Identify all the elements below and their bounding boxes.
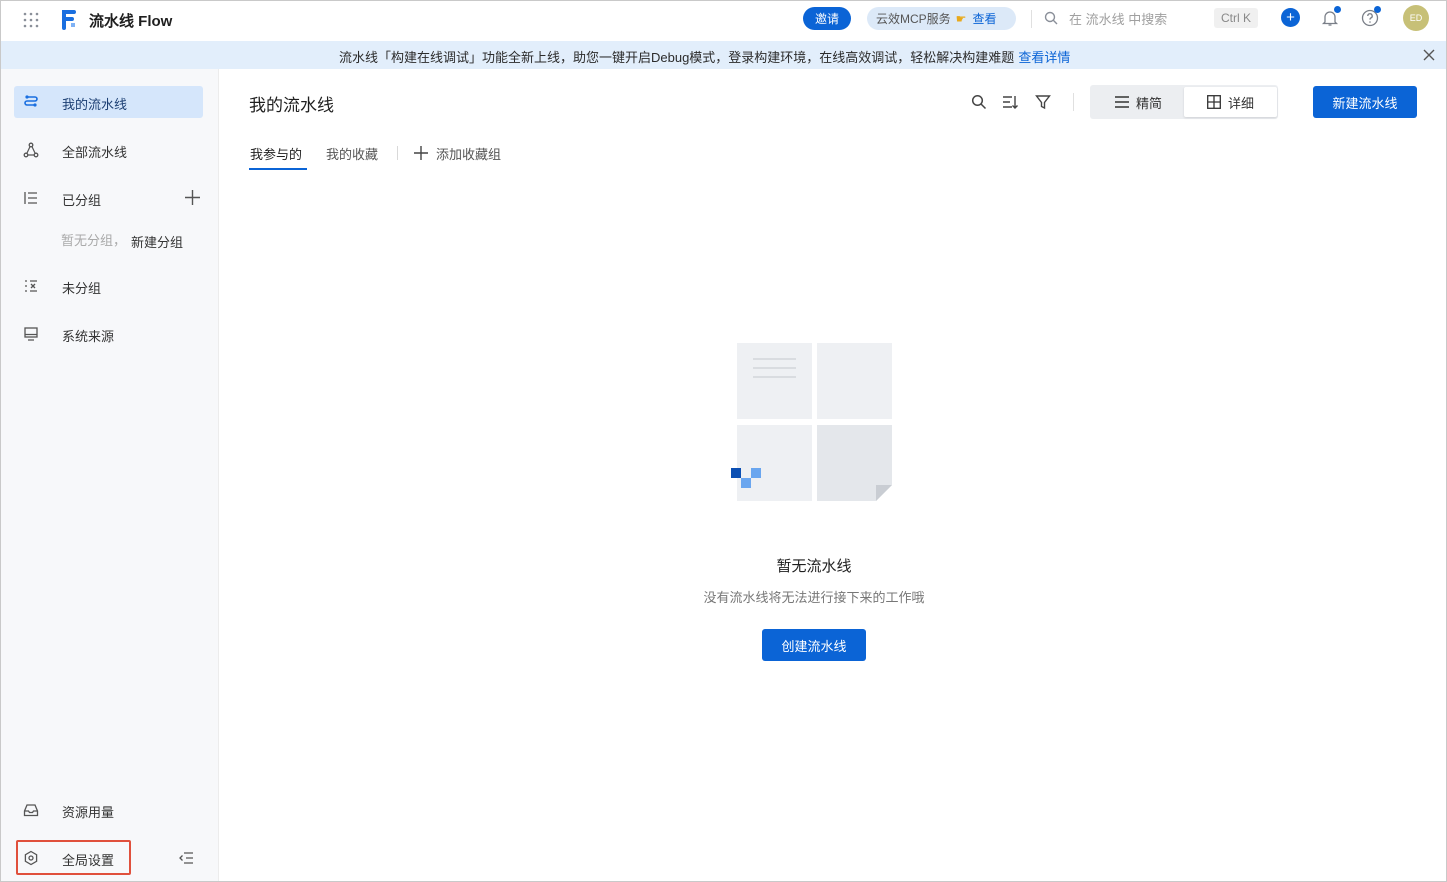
sidebar-item-all-pipelines[interactable]: 全部流水线 (14, 134, 203, 166)
announcement-bar: 流水线「构建在线调试」功能全新上线，助您一键开启Debug模式，登录构建环境，在… (1, 41, 1446, 69)
avatar[interactable]: ED (1403, 5, 1429, 31)
announcement-link[interactable]: 查看详情 (1018, 50, 1070, 65)
mcp-service-banner[interactable]: 云效MCP服务 ☛ 查看 (867, 7, 1016, 30)
highlight-annotation (16, 840, 131, 875)
empty-state-title: 暂无流水线 (776, 558, 852, 575)
new-pipeline-button[interactable]: 新建流水线 (1313, 86, 1417, 118)
view-mode-toggle: 精简 详细 (1090, 85, 1278, 119)
mcp-view-link[interactable]: 查看 (972, 10, 996, 27)
filter-icon[interactable] (1035, 94, 1051, 110)
pipeline-icon (24, 95, 38, 107)
announcement-text-wrap: 流水线「构建在线调试」功能全新上线，助您一键开启Debug模式，登录构建环境，在… (339, 47, 1070, 66)
add-favorite-group-button[interactable]: 添加收藏组 (436, 144, 501, 163)
close-icon[interactable] (1421, 47, 1437, 63)
list-x-icon (25, 280, 37, 292)
sidebar-item-my-pipelines[interactable]: 我的流水线 (14, 86, 203, 118)
sidebar-item-label: 全部流水线 (62, 145, 128, 160)
tab-favorites[interactable]: 我的收藏 (326, 144, 378, 163)
active-tab-indicator (249, 168, 307, 170)
view-compact-option[interactable]: 精简 (1092, 87, 1185, 117)
sidebar-item-label: 已分组 (62, 193, 102, 208)
collapse-sidebar-icon[interactable] (178, 850, 194, 866)
divider (397, 146, 398, 160)
menu-lines-icon (1114, 96, 1129, 108)
inbox-icon (23, 804, 39, 817)
monitor-icon (24, 327, 38, 341)
sidebar-item-resource-usage[interactable]: 资源用量 (14, 794, 203, 826)
divider (1031, 10, 1032, 28)
search-icon (1044, 11, 1058, 25)
new-group-link[interactable]: 新建分组 (131, 232, 183, 251)
sort-icon[interactable] (1002, 94, 1018, 110)
empty-state-subtitle: 没有流水线将无法进行接下来的工作哦 (703, 590, 925, 605)
announcement-text: 流水线「构建在线调试」功能全新上线，助您一键开启Debug模式，登录构建环境，在… (339, 50, 1015, 65)
create-plus-icon[interactable]: + (1281, 8, 1300, 27)
sidebar-item-label: 我的流水线 (62, 97, 128, 112)
create-pipeline-button[interactable]: 创建流水线 (762, 629, 866, 661)
page-title: 我的流水线 (249, 96, 334, 115)
shortcut-hint: Ctrl K (1214, 8, 1258, 28)
view-detail-option[interactable]: 详细 (1184, 87, 1277, 117)
sidebar-item-label: 未分组 (62, 281, 102, 296)
add-group-icon[interactable] (184, 189, 201, 206)
sidebar-item-label: 系统来源 (62, 329, 115, 344)
sidebar: 我的流水线 全部流水线 已分组 暂无分组， 新建分组 未分组 系统来源 资源用量… (1, 69, 219, 881)
view-compact-label: 精简 (1135, 95, 1162, 111)
flow-logo-icon[interactable] (59, 7, 79, 31)
view-detail-label: 详细 (1227, 95, 1254, 111)
divider (1073, 93, 1074, 111)
mcp-label: 云效MCP服务 (876, 12, 951, 26)
search-icon[interactable] (971, 94, 987, 110)
pointing-hand-icon: ☛ (955, 11, 967, 26)
sidebar-item-label: 资源用量 (62, 805, 115, 820)
top-bar: 流水线 Flow 邀请 云效MCP服务 ☛ 查看 Ctrl K + ED (1, 1, 1446, 41)
no-groups-text: 暂无分组， (61, 233, 127, 248)
list-icon (24, 192, 37, 204)
sidebar-item-grouped[interactable]: 已分组 (14, 182, 203, 214)
grid-icon (1207, 95, 1221, 109)
help-dot (1374, 6, 1381, 13)
nodes-icon (23, 142, 39, 158)
notification-dot (1334, 6, 1341, 13)
sidebar-item-system-source[interactable]: 系统来源 (14, 318, 203, 350)
empty-state-illustration (731, 343, 892, 501)
tab-participated[interactable]: 我参与的 (250, 144, 302, 163)
invite-button[interactable]: 邀请 (803, 7, 851, 30)
apps-grid-icon[interactable] (23, 12, 39, 28)
plus-icon[interactable] (413, 145, 429, 161)
global-search-input[interactable] (1069, 9, 1199, 29)
sidebar-item-ungrouped[interactable]: 未分组 (14, 270, 203, 302)
app-title[interactable]: 流水线 Flow (89, 10, 172, 31)
